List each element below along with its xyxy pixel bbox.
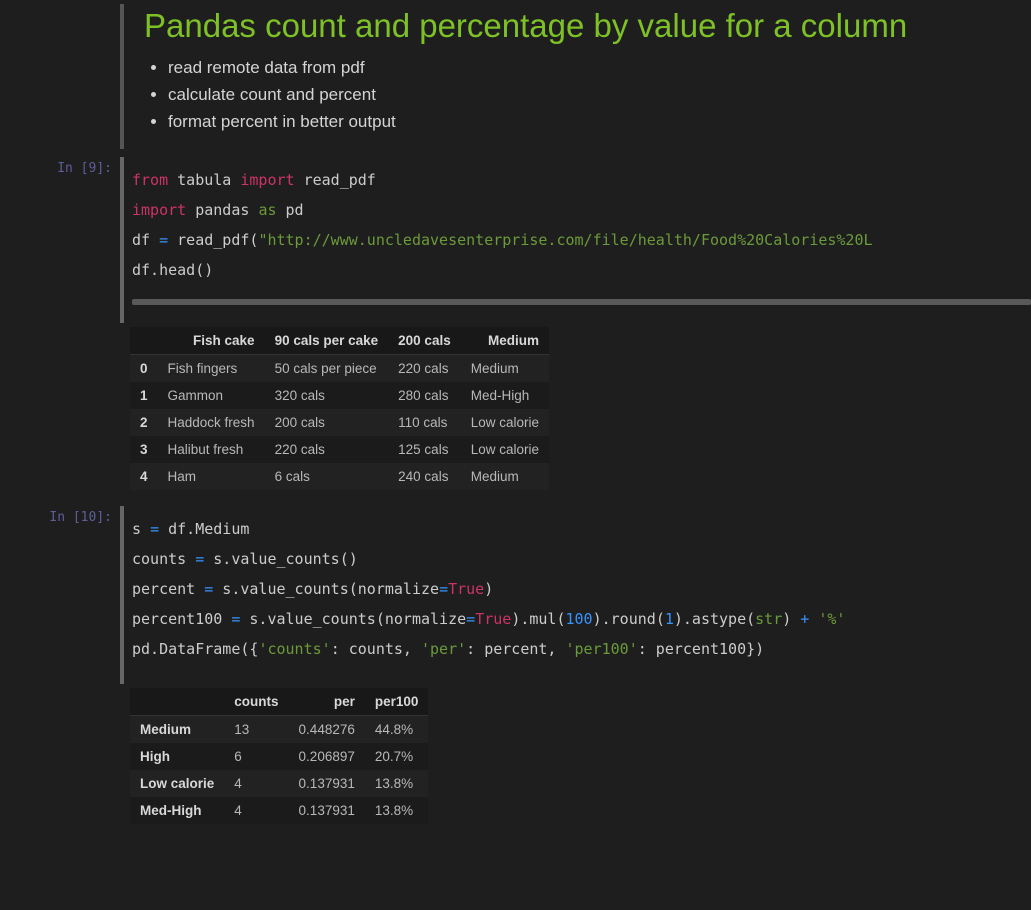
table-row: Medium130.44827644.8% (130, 716, 428, 744)
table-row: High60.20689720.7% (130, 743, 428, 770)
dataframe-table: Fish cake 90 cals per cake 200 cals Medi… (130, 327, 549, 490)
table-row: 3Halibut fresh220 cals125 calsLow calori… (130, 436, 549, 463)
prompt-empty (0, 4, 120, 149)
bullet-item: read remote data from pdf (168, 54, 1031, 81)
input-prompt: In [9]: (0, 157, 120, 323)
code-cell-1[interactable]: In [9]: from tabula import read_pdf impo… (0, 153, 1031, 327)
markdown-content: Pandas count and percentage by value for… (132, 4, 1031, 149)
table-row: Low calorie40.13793113.8% (130, 770, 428, 797)
table-header-row: Fish cake 90 cals per cake 200 cals Medi… (130, 327, 549, 355)
run-bar (120, 4, 124, 149)
output-cell-2: counts per per100 Medium130.44827644.8% … (0, 688, 1031, 836)
code-block[interactable]: from tabula import read_pdf import panda… (132, 159, 1031, 299)
table-row: 0Fish fingers50 cals per piece220 calsMe… (130, 355, 549, 383)
input-prompt: In [10]: (0, 506, 120, 684)
dataframe-table: counts per per100 Medium130.44827644.8% … (130, 688, 428, 824)
table-row: Med-High40.13793113.8% (130, 797, 428, 824)
code-cell-2[interactable]: In [10]: s = df.Medium counts = s.value_… (0, 502, 1031, 688)
table-row: 1Gammon320 cals280 calsMed-High (130, 382, 549, 409)
bullet-item: format percent in better output (168, 108, 1031, 135)
bullet-item: calculate count and percent (168, 81, 1031, 108)
run-bar (120, 157, 124, 323)
run-bar (120, 506, 124, 684)
markdown-list: read remote data from pdf calculate coun… (168, 54, 1031, 136)
code-block[interactable]: s = df.Medium counts = s.value_counts() … (132, 508, 1031, 678)
table-header-row: counts per per100 (130, 688, 428, 716)
markdown-cell: Pandas count and percentage by value for… (0, 0, 1031, 153)
horizontal-scrollbar[interactable] (132, 299, 1031, 305)
table-row: 4Ham6 cals240 calsMedium (130, 463, 549, 490)
table-row: 2Haddock fresh200 cals110 calsLow calori… (130, 409, 549, 436)
markdown-title: Pandas count and percentage by value for… (144, 6, 1031, 46)
notebook: Pandas count and percentage by value for… (0, 0, 1031, 836)
output-cell-1: Fish cake 90 cals per cake 200 cals Medi… (0, 327, 1031, 502)
